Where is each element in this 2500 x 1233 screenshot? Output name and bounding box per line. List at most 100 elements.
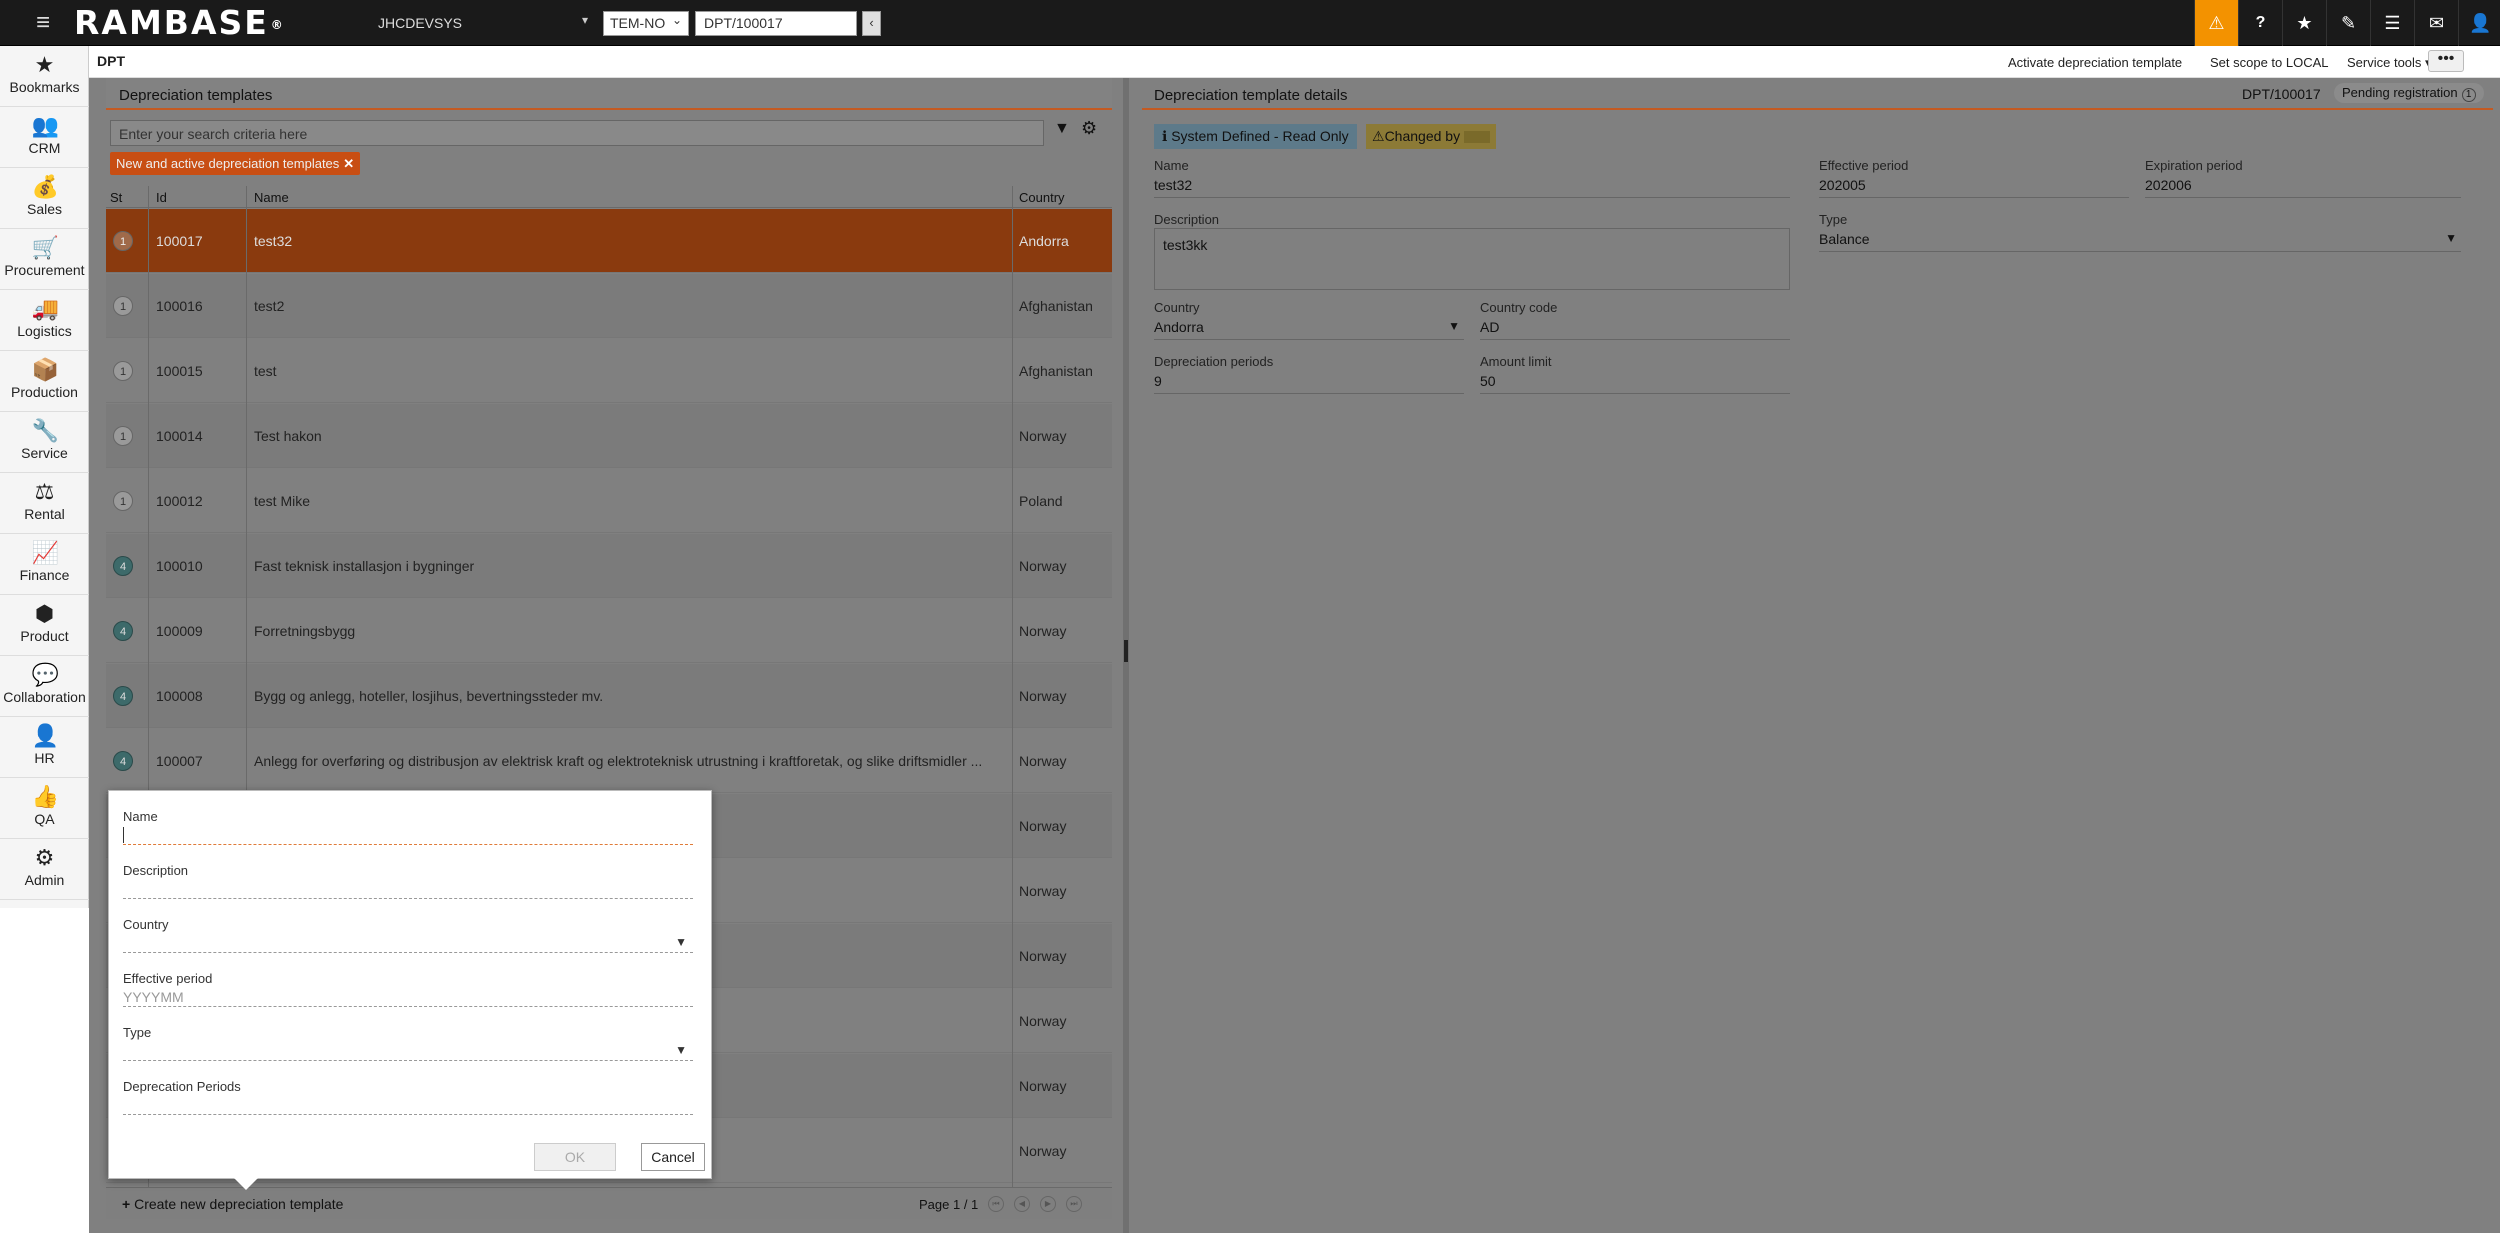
column-divider [1012, 186, 1013, 1213]
company-select[interactable]: TEM-NO ⌄ [603, 11, 689, 36]
status-indicator: 1 [113, 231, 133, 251]
chat-icon: 💬 [31, 662, 59, 687]
cell-country: Norway [1019, 558, 1067, 574]
cell-country: Norway [1019, 428, 1067, 444]
people-icon: 👥 [31, 113, 59, 138]
status-indicator: 4 [113, 621, 133, 641]
sidebar-item-sales[interactable]: 💰 Sales [0, 168, 89, 229]
chevron-down-icon: ⌄ [671, 13, 682, 27]
gear-icon[interactable]: ⚙ [1081, 118, 1097, 139]
system-name: JHCDEVSYS [378, 15, 463, 31]
status-indicator: 4 [113, 751, 133, 771]
document-search-input[interactable]: DPT/100017 [695, 11, 857, 36]
info-icon: ℹ [1162, 128, 1168, 144]
table-row[interactable]: 1 100015 test Afghanistan [106, 339, 1112, 403]
cell-country: Afghanistan [1019, 298, 1093, 314]
popup-country-field: Country ▼ [123, 917, 693, 953]
country-select[interactable]: ▼ [123, 932, 693, 953]
cart-icon: 🛒 [31, 235, 59, 260]
prev-page-icon[interactable]: ◀ [1014, 1196, 1030, 1212]
status-badge: Pending registration 1 [2334, 83, 2484, 103]
mail-icon[interactable]: ✉ [2414, 0, 2458, 46]
popup-periods-field: Deprecation Periods [123, 1079, 693, 1115]
splitter-grip[interactable] [1124, 640, 1128, 662]
table-row[interactable]: 1 100017 test32 Andorra [106, 209, 1112, 273]
ok-button[interactable]: OK [534, 1143, 616, 1171]
cell-country: Afghanistan [1019, 363, 1093, 379]
details-panel-title: Depreciation template details [1154, 87, 1348, 104]
sidebar-item-service[interactable]: 🔧 Service [0, 412, 89, 473]
sidebar-item-bookmarks[interactable]: ★ Bookmarks [0, 46, 89, 107]
sidebar-item-rental[interactable]: ⚖ Rental [0, 473, 89, 534]
create-template-dialog: Name Description Country ▼ Effective per… [108, 790, 712, 1179]
table-row[interactable]: 1 100016 test2 Afghanistan [106, 274, 1112, 338]
first-page-icon[interactable]: ⏮ [988, 1196, 1004, 1212]
cell-id: 100008 [156, 688, 203, 704]
last-page-icon[interactable]: ⏭ [1066, 1196, 1082, 1212]
description-input[interactable] [123, 878, 693, 899]
sidebar-item-production[interactable]: 📦 Production [0, 351, 89, 412]
effective-period-input[interactable]: YYYYMM [123, 986, 693, 1007]
popup-description-field: Description [123, 863, 693, 899]
table-row[interactable]: 4 100008 Bygg og anlegg, hoteller, losjihu… [106, 664, 1112, 728]
sidebar-item-procurement[interactable]: 🛒 Procurement [0, 229, 89, 290]
service-tools-button[interactable]: Service tools ▾ [2347, 55, 2432, 71]
cell-id: 100009 [156, 623, 203, 639]
sidebar-item-logistics[interactable]: 🚚 Logistics [0, 290, 89, 351]
sidebar-item-admin[interactable]: ⚙ Admin [0, 839, 89, 900]
cell-country: Norway [1019, 1078, 1067, 1094]
sidebar-item-finance[interactable]: 📈 Finance [0, 534, 89, 595]
sidebar-item-hr[interactable]: 👤 HR [0, 717, 89, 778]
description-textarea[interactable]: test3kk [1154, 228, 1790, 290]
status-count: 1 [2461, 88, 2476, 102]
sidebar-item-product[interactable]: ⬢ Product [0, 595, 89, 656]
cell-country: Norway [1019, 883, 1067, 899]
cell-name: test Mike [254, 493, 311, 509]
column-header-name[interactable]: Name [254, 190, 289, 205]
table-header: St Id Name Country [106, 186, 1112, 208]
activate-template-button[interactable]: Activate depreciation template [2008, 55, 2182, 70]
create-template-button[interactable]: + Create new depreciation template [122, 1196, 343, 1212]
table-row[interactable]: 1 100012 test Mike Poland [106, 469, 1112, 533]
text-caret [123, 827, 124, 843]
user-icon[interactable]: 👤 [2458, 0, 2500, 46]
cell-id: 100007 [156, 753, 203, 769]
collapse-button[interactable]: ‹ [862, 11, 881, 36]
sidebar: ★ Bookmarks 👥 CRM 💰 Sales 🛒 Procurement 🚚 Log… [0, 46, 89, 908]
close-icon[interactable]: ✕ [343, 156, 354, 171]
filter-chip[interactable]: New and active depreciation templates ✕ [110, 152, 361, 175]
panel-splitter[interactable] [1123, 78, 1129, 1233]
rambase-logo: RAMBASE ® [74, 3, 285, 42]
type-select[interactable]: ▼ [123, 1040, 693, 1061]
sidebar-item-crm[interactable]: 👥 CRM [0, 107, 89, 168]
warning-icon[interactable]: ⚠ [2194, 0, 2238, 46]
filter-icon[interactable]: ▼ [1054, 120, 1070, 138]
table-row[interactable]: 4 100007 Anlegg for overføring og distribu… [106, 729, 1112, 793]
sidebar-item-collaboration[interactable]: 💬 Collaboration [0, 656, 89, 717]
periods-input[interactable] [123, 1094, 693, 1115]
help-icon[interactable]: ? [2238, 0, 2282, 46]
star-icon[interactable]: ★ [2282, 0, 2326, 46]
name-input[interactable] [123, 824, 693, 845]
column-header-id[interactable]: Id [156, 190, 167, 205]
table-row[interactable]: 4 100010 Fast teknisk installasjon i bygni… [106, 534, 1112, 598]
next-page-icon[interactable]: ▶ [1040, 1196, 1056, 1212]
sidebar-item-qa[interactable]: 👍 QA [0, 778, 89, 839]
list-icon[interactable]: ☰ [2370, 0, 2414, 46]
system-dropdown-icon[interactable]: ▾ [582, 13, 588, 27]
status-indicator: 1 [113, 361, 133, 381]
column-header-status[interactable]: St [110, 190, 122, 205]
paperclip-icon[interactable]: ✎ [2326, 0, 2370, 46]
cell-name: Test hakon [254, 428, 322, 444]
dropdown-arrow-icon: ▼ [1448, 319, 1460, 333]
table-row[interactable]: 1 100014 Test hakon Norway [106, 404, 1112, 468]
set-scope-button[interactable]: Set scope to LOCAL [2210, 55, 2329, 70]
column-header-country[interactable]: Country [1019, 190, 1065, 205]
search-input[interactable]: Enter your search criteria here [110, 120, 1044, 146]
details-panel: Depreciation template details DPT/100017… [1142, 78, 2500, 1233]
hamburger-menu-icon[interactable]: ≡ [30, 10, 56, 36]
warning-icon: ⚠ [1372, 128, 1385, 144]
cancel-button[interactable]: Cancel [641, 1143, 705, 1171]
more-options-button[interactable]: ••• [2428, 50, 2464, 72]
table-row[interactable]: 4 100009 Forretningsbygg Norway [106, 599, 1112, 663]
